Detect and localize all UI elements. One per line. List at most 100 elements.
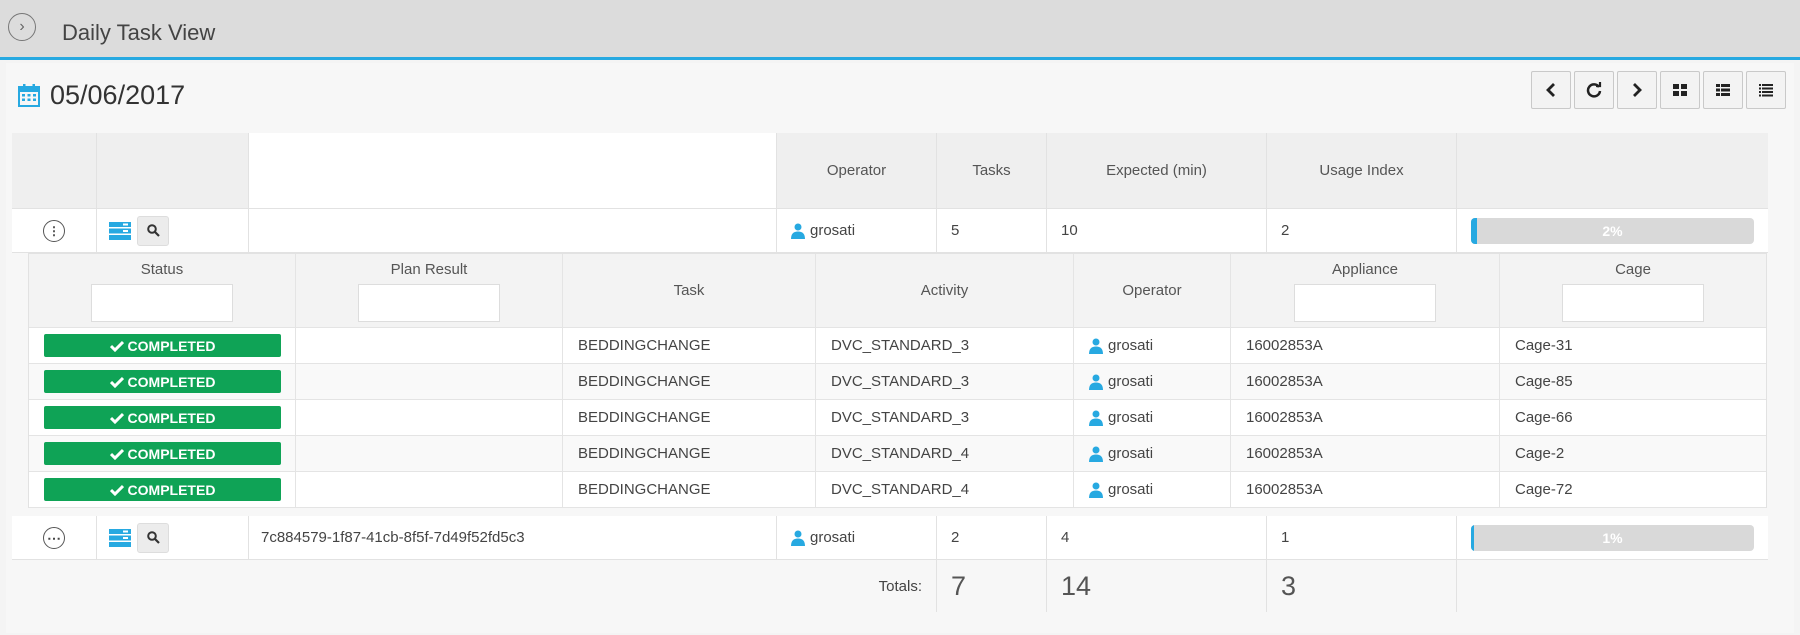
operator-name: grosati	[1108, 337, 1154, 354]
status-badge: COMPLETED	[44, 370, 281, 393]
refresh-button[interactable]	[1574, 71, 1614, 109]
row-usage-index: 1	[1267, 516, 1457, 560]
appliance-cell: 16002853A	[1231, 400, 1500, 436]
details-header-task[interactable]: Task	[563, 254, 816, 328]
list-view-button[interactable]	[1746, 71, 1786, 109]
title-bar: › Daily Task View	[0, 0, 1800, 60]
cage-cell: Cage-2	[1500, 436, 1766, 472]
cage-cell: Cage-66	[1500, 400, 1766, 436]
totals-label: Totals:	[249, 560, 937, 612]
plan-result-cell	[296, 328, 563, 364]
prev-day-button[interactable]	[1531, 71, 1571, 109]
page-title: Daily Task View	[62, 20, 216, 45]
appliance-cell: 16002853A	[1231, 472, 1500, 508]
row-usage-index: 2	[1267, 209, 1457, 253]
operator-cell: grosati	[1074, 328, 1231, 364]
expand-toggle-icon[interactable]: ›	[8, 13, 36, 41]
operator-cell: grosati	[1074, 436, 1231, 472]
details-header-activity[interactable]: Activity	[816, 254, 1074, 328]
totals-spacer	[12, 560, 97, 612]
row-id: 7c884579-1f87-41cb-8f5f-7d49f52fd5c3	[249, 516, 777, 560]
appliance-cell: 16002853A	[1231, 364, 1500, 400]
row-progress-cell: 1%	[1457, 516, 1768, 560]
total-tasks: 7	[937, 560, 1047, 612]
status-cell: COMPLETED	[29, 436, 296, 472]
appliance-cell: 16002853A	[1231, 436, 1500, 472]
more-circle-icon[interactable]: ⋯	[43, 526, 65, 549]
totals-spacer	[97, 560, 249, 612]
detail-view-button[interactable]	[1703, 71, 1743, 109]
details-header-operator[interactable]: Operator	[1074, 254, 1231, 328]
header-expand-col	[12, 133, 97, 209]
header-usage-index[interactable]: Usage Index	[1267, 133, 1457, 209]
header-id-col	[249, 133, 777, 209]
task-cell: BEDDINGCHANGE	[563, 436, 816, 472]
user-icon	[791, 223, 805, 239]
activity-cell: DVC_STANDARD_3	[816, 400, 1074, 436]
next-day-button[interactable]	[1617, 71, 1657, 109]
operator-name: grosati	[1108, 481, 1154, 498]
plan-result-filter-input[interactable]	[358, 284, 500, 322]
status-cell: COMPLETED	[29, 400, 296, 436]
table-row: ⋯ 7c884579-1f87-41cb-8f5f-7d49f52fd5c3 g…	[12, 516, 1778, 560]
cage-cell: Cage-72	[1500, 472, 1766, 508]
appliance-cell: 16002853A	[1231, 328, 1500, 364]
refresh-icon	[1586, 82, 1602, 98]
plan-result-header-label[interactable]: Plan Result	[391, 261, 468, 278]
usage-progress-bar: 2%	[1471, 217, 1754, 244]
row-expand-cell: ⋮	[12, 209, 97, 253]
calendar-icon[interactable]	[18, 83, 40, 107]
table-row[interactable]: COMPLETED BEDDINGCHANGE DVC_STANDARD_3 g…	[29, 328, 1766, 364]
operator-cell: grosati	[1074, 364, 1231, 400]
status-badge: COMPLETED	[44, 406, 281, 429]
status-badge: COMPLETED	[44, 334, 281, 357]
activity-cell: DVC_STANDARD_3	[816, 364, 1074, 400]
table-row[interactable]: COMPLETED BEDDINGCHANGE DVC_STANDARD_3 g…	[29, 400, 1766, 436]
status-filter-input[interactable]	[91, 284, 233, 322]
user-icon	[1089, 338, 1103, 354]
details-header-status: Status	[29, 254, 296, 328]
task-cell: BEDDINGCHANGE	[563, 328, 816, 364]
appliance-filter-input[interactable]	[1294, 284, 1436, 322]
activity-cell: DVC_STANDARD_3	[816, 328, 1074, 364]
usage-progress-bar: 1%	[1471, 524, 1754, 551]
cage-filter-input[interactable]	[1562, 284, 1704, 322]
progress-label: 2%	[1602, 222, 1623, 239]
status-header-label[interactable]: Status	[141, 261, 184, 278]
operator-name: grosati	[810, 529, 856, 546]
row-id	[249, 209, 777, 253]
operator-cell: grosati	[1074, 472, 1231, 508]
selected-date: 05/06/2017	[50, 79, 186, 110]
header-tasks[interactable]: Tasks	[937, 133, 1047, 209]
server-stack-icon[interactable]	[109, 528, 131, 547]
search-button[interactable]	[137, 522, 169, 553]
status-badge: COMPLETED	[44, 478, 281, 501]
row-tasks: 5	[937, 209, 1047, 253]
check-icon	[109, 448, 124, 460]
table-row[interactable]: COMPLETED BEDDINGCHANGE DVC_STANDARD_4 g…	[29, 472, 1766, 508]
row-actions-cell	[97, 516, 249, 560]
cage-cell: Cage-85	[1500, 364, 1766, 400]
operator-name: grosati	[1108, 409, 1154, 426]
info-circle-icon[interactable]: ⋮	[43, 219, 65, 242]
task-cell: BEDDINGCHANGE	[563, 472, 816, 508]
grid-view-button[interactable]	[1660, 71, 1700, 109]
header-operator[interactable]: Operator	[777, 133, 937, 209]
plan-result-cell	[296, 472, 563, 508]
task-panel: 05/06/2017 Operator Tasks Expected (min)…	[6, 63, 1794, 633]
activity-cell: DVC_STANDARD_4	[816, 436, 1074, 472]
header-expected[interactable]: Expected (min)	[1047, 133, 1267, 209]
server-stack-icon[interactable]	[109, 221, 131, 240]
row-tasks: 2	[937, 516, 1047, 560]
user-icon	[1089, 374, 1103, 390]
user-icon	[1089, 482, 1103, 498]
cage-header-label[interactable]: Cage	[1615, 261, 1651, 278]
table-row[interactable]: COMPLETED BEDDINGCHANGE DVC_STANDARD_3 g…	[29, 364, 1766, 400]
status-badge: COMPLETED	[44, 442, 281, 465]
user-icon	[1089, 446, 1103, 462]
table-row[interactable]: COMPLETED BEDDINGCHANGE DVC_STANDARD_4 g…	[29, 436, 1766, 472]
total-usage-index: 3	[1267, 560, 1457, 612]
appliance-header-label[interactable]: Appliance	[1332, 261, 1398, 278]
search-button[interactable]	[137, 215, 169, 246]
status-cell: COMPLETED	[29, 364, 296, 400]
